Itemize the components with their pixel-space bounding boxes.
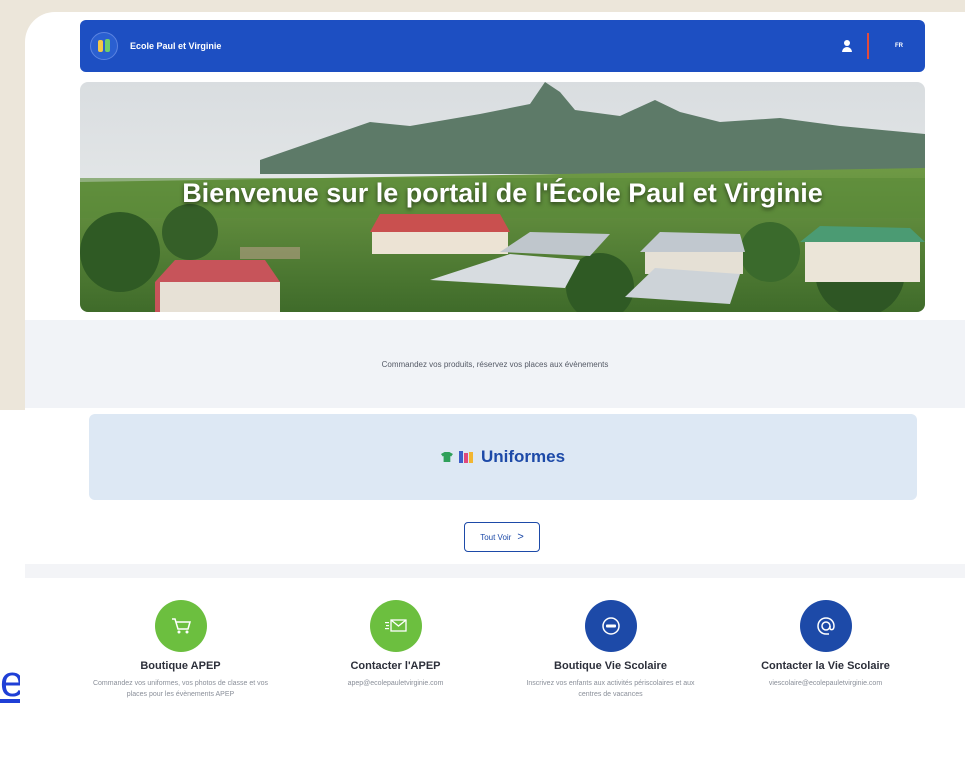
feature-description: Commandez vos uniformes, vos photos de c…: [92, 680, 269, 699]
feature-email[interactable]: viescolaire@ecolepauletvirginie.com: [733, 678, 918, 689]
category-label: Uniformes: [480, 447, 566, 466]
feature-title: Contacter la Vie Scolaire: [761, 660, 890, 672]
see-all-label: Tout Voir: [480, 532, 512, 542]
ticket-icon[interactable]: [584, 600, 637, 652]
school-name[interactable]: Ecole Paul et Virginie: [130, 41, 221, 51]
feature-email[interactable]: apep@ecolepauletvirginie.com: [303, 678, 488, 689]
nav-divider: [867, 33, 869, 59]
section-divider: [25, 564, 965, 578]
language-switch[interactable]: FR: [895, 43, 903, 49]
at-icon[interactable]: [799, 600, 852, 652]
feature-description: Inscrivez vos enfants aux activités péri…: [526, 680, 695, 699]
category-icons: [440, 451, 473, 463]
feature-contact-vie-scolaire[interactable]: Contacter la Vie Scolaire viescolaire@ec…: [718, 600, 933, 700]
chevron-right-icon: >: [517, 531, 524, 543]
feature-contact-apep[interactable]: Contacter l'APEP apep@ecolepauletvirgini…: [288, 600, 503, 700]
top-navbar: Ecole Paul et Virginie FR: [80, 20, 925, 72]
features-row: Boutique APEP Commandez vos uniformes, v…: [73, 600, 933, 700]
hero-title: Bienvenue sur le portail de l'École Paul…: [182, 178, 823, 208]
category-card-uniformes[interactable]: Uniformes: [89, 414, 917, 500]
cropped-link-fragment[interactable]: e: [0, 660, 20, 704]
school-logo[interactable]: [90, 32, 118, 60]
hero-banner: Bienvenue sur le portail de l'École Paul…: [80, 82, 925, 312]
screenshot-frame: Ecole Paul et Virginie FR Bienvenue sur …: [25, 12, 965, 760]
cart-icon[interactable]: [154, 600, 207, 652]
subheader-text: Commandez vos produits, réservez vos pla…: [381, 359, 609, 369]
subheader-band: Commandez vos produits, réservez vos pla…: [25, 320, 965, 408]
feature-boutique-apep[interactable]: Boutique APEP Commandez vos uniformes, v…: [73, 600, 288, 700]
feature-title: Contacter l'APEP: [350, 660, 441, 672]
mail-icon[interactable]: [369, 600, 422, 652]
nav-right-group: FR: [841, 33, 903, 59]
books-icon: [458, 451, 473, 463]
see-all-button[interactable]: Tout Voir >: [464, 522, 540, 552]
shirt-icon: [440, 452, 453, 462]
feature-title: Boutique APEP: [140, 660, 221, 672]
feature-boutique-vie-scolaire[interactable]: Boutique Vie Scolaire Inscrivez vos enfa…: [503, 600, 718, 700]
feature-title: Boutique Vie Scolaire: [554, 660, 667, 672]
user-icon[interactable]: [841, 40, 853, 52]
